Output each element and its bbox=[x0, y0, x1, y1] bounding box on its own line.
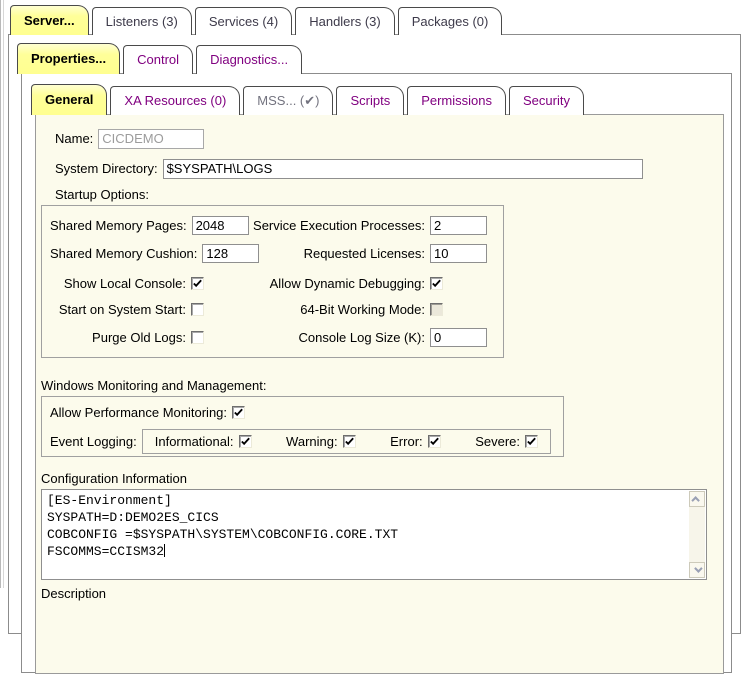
name-label: Name: bbox=[55, 131, 93, 146]
requested-licenses-label: Requested Licenses: bbox=[248, 246, 430, 261]
tab-control[interactable]: Control bbox=[123, 45, 193, 74]
startup-options-title: Startup Options: bbox=[55, 187, 718, 203]
informational-checkbox[interactable] bbox=[239, 435, 252, 448]
tab-label: Scripts bbox=[350, 93, 390, 108]
monitoring-title: Windows Monitoring and Management: bbox=[41, 378, 718, 394]
start-on-system-start-label: Start on System Start: bbox=[50, 302, 191, 317]
configuration-information-title: Configuration Information bbox=[41, 471, 718, 487]
64bit-working-mode-label: 64-Bit Working Mode: bbox=[248, 302, 430, 317]
scrollbar[interactable] bbox=[689, 491, 705, 578]
chevron-up-icon bbox=[691, 496, 699, 504]
console-log-size-label: Console Log Size (K): bbox=[248, 330, 430, 345]
tab-diagnostics[interactable]: Diagnostics... bbox=[196, 45, 302, 74]
scroll-down-button[interactable] bbox=[689, 562, 705, 578]
tab-server[interactable]: Server... bbox=[10, 5, 89, 35]
tab-services[interactable]: Services (4) bbox=[195, 7, 292, 35]
service-execution-processes-input[interactable]: 2 bbox=[430, 216, 487, 235]
config-line: [ES-Environment] bbox=[47, 492, 684, 509]
tab-label: Security bbox=[523, 93, 570, 108]
show-local-console-checkbox[interactable] bbox=[191, 277, 204, 290]
system-directory-label: System Directory: bbox=[55, 161, 158, 176]
64bit-working-mode-checkbox bbox=[430, 303, 443, 316]
tab-permissions[interactable]: Permissions bbox=[407, 86, 506, 115]
severe-label: Severe: bbox=[475, 434, 520, 449]
start-on-system-start-checkbox[interactable] bbox=[191, 303, 204, 316]
tab-scripts[interactable]: Scripts bbox=[336, 86, 404, 115]
tab-mss[interactable]: MSS... (✔) bbox=[243, 86, 333, 115]
shared-memory-cushion-label: Shared Memory Cushion: bbox=[50, 246, 202, 261]
warning-label: Warning: bbox=[286, 434, 338, 449]
name-value: CICDEMO bbox=[102, 131, 163, 146]
event-logging-label: Event Logging: bbox=[50, 434, 137, 449]
properties-tab-bar: Properties... Control Diagnostics... bbox=[17, 44, 302, 74]
service-execution-processes-label: Service Execution Processes: bbox=[248, 218, 430, 233]
tab-handlers[interactable]: Handlers (3) bbox=[295, 7, 395, 35]
server-tab-bar: Server... Listeners (3) Services (4) Han… bbox=[10, 6, 502, 35]
system-directory-input[interactable]: $SYSPATH\LOGS bbox=[163, 159, 643, 179]
shared-memory-pages-value: 2048 bbox=[196, 218, 225, 233]
severe-checkbox[interactable] bbox=[525, 435, 538, 448]
requested-licenses-value: 10 bbox=[434, 246, 448, 261]
console-log-size-value: 0 bbox=[434, 330, 441, 345]
text-caret bbox=[164, 544, 165, 557]
event-logging-group: Informational: Warning: Error: bbox=[142, 429, 551, 454]
allow-dynamic-debugging-label: Allow Dynamic Debugging: bbox=[248, 276, 430, 291]
console-log-size-input[interactable]: 0 bbox=[430, 328, 487, 347]
requested-licenses-input[interactable]: 10 bbox=[430, 244, 487, 263]
tab-label: Diagnostics... bbox=[210, 52, 288, 67]
config-line-text: FSCOMMS=CCISM32 bbox=[47, 544, 164, 559]
window-edge bbox=[0, 0, 4, 588]
configuration-information-textarea[interactable]: [ES-Environment] SYSPATH=D:DEMO2ES_CICS … bbox=[41, 489, 707, 580]
config-line: COBCONFIG =$SYSPATH\SYSTEM\COBCONFIG.COR… bbox=[47, 526, 684, 543]
tab-label: Control bbox=[137, 52, 179, 67]
tab-label: Listeners (3) bbox=[106, 14, 178, 29]
allow-performance-monitoring-checkbox[interactable] bbox=[232, 406, 245, 419]
tab-label: Packages (0) bbox=[412, 14, 489, 29]
allow-dynamic-debugging-checkbox[interactable] bbox=[430, 277, 443, 290]
tab-label: General bbox=[45, 92, 93, 107]
config-line: SYSPATH=D:DEMO2ES_CICS bbox=[47, 509, 684, 526]
error-checkbox[interactable] bbox=[428, 435, 441, 448]
system-directory-value: $SYSPATH\LOGS bbox=[167, 161, 273, 176]
warning-checkbox[interactable] bbox=[343, 435, 356, 448]
tab-label: Server... bbox=[24, 13, 75, 28]
shared-memory-pages-label: Shared Memory Pages: bbox=[50, 218, 192, 233]
show-local-console-label: Show Local Console: bbox=[50, 276, 191, 291]
purge-old-logs-checkbox[interactable] bbox=[191, 331, 204, 344]
configuration-text: [ES-Environment] SYSPATH=D:DEMO2ES_CICS … bbox=[42, 490, 706, 562]
monitoring-group: Allow Performance Monitoring: Event Logg… bbox=[41, 396, 564, 457]
tab-security[interactable]: Security bbox=[509, 86, 584, 115]
general-tab-bar: General XA Resources (0) MSS... (✔) Scri… bbox=[31, 84, 584, 115]
allow-performance-monitoring-label: Allow Performance Monitoring: bbox=[50, 405, 227, 420]
informational-label: Informational: bbox=[155, 434, 234, 449]
shared-memory-pages-input[interactable]: 2048 bbox=[192, 216, 249, 235]
description-label: Description bbox=[41, 586, 718, 602]
purge-old-logs-label: Purge Old Logs: bbox=[50, 330, 191, 345]
general-panel: Name: CICDEMO System Directory: $SYSPATH… bbox=[35, 114, 724, 674]
tab-label: Properties... bbox=[31, 51, 106, 66]
config-line: FSCOMMS=CCISM32 bbox=[47, 543, 684, 560]
tab-listeners[interactable]: Listeners (3) bbox=[92, 7, 192, 35]
tab-label: Handlers (3) bbox=[309, 14, 381, 29]
tab-label: XA Resources (0) bbox=[124, 93, 226, 108]
startup-options-group: Shared Memory Pages: 2048 Service Execut… bbox=[41, 205, 504, 358]
tab-properties[interactable]: Properties... bbox=[17, 43, 120, 74]
tab-label: MSS... (✔) bbox=[257, 93, 319, 109]
tab-label: Permissions bbox=[421, 93, 492, 108]
tab-xa-resources[interactable]: XA Resources (0) bbox=[110, 86, 240, 115]
name-input: CICDEMO bbox=[98, 129, 204, 149]
server-panel: Properties... Control Diagnostics... Gen… bbox=[8, 34, 741, 634]
tab-packages[interactable]: Packages (0) bbox=[398, 7, 503, 35]
scroll-up-button[interactable] bbox=[689, 491, 705, 507]
service-execution-processes-value: 2 bbox=[434, 218, 441, 233]
tab-general[interactable]: General bbox=[31, 84, 107, 115]
chevron-down-icon bbox=[694, 564, 702, 572]
properties-panel: General XA Resources (0) MSS... (✔) Scri… bbox=[21, 73, 732, 673]
shared-memory-cushion-value: 128 bbox=[206, 246, 228, 261]
tab-label: Services (4) bbox=[209, 14, 278, 29]
error-label: Error: bbox=[390, 434, 423, 449]
